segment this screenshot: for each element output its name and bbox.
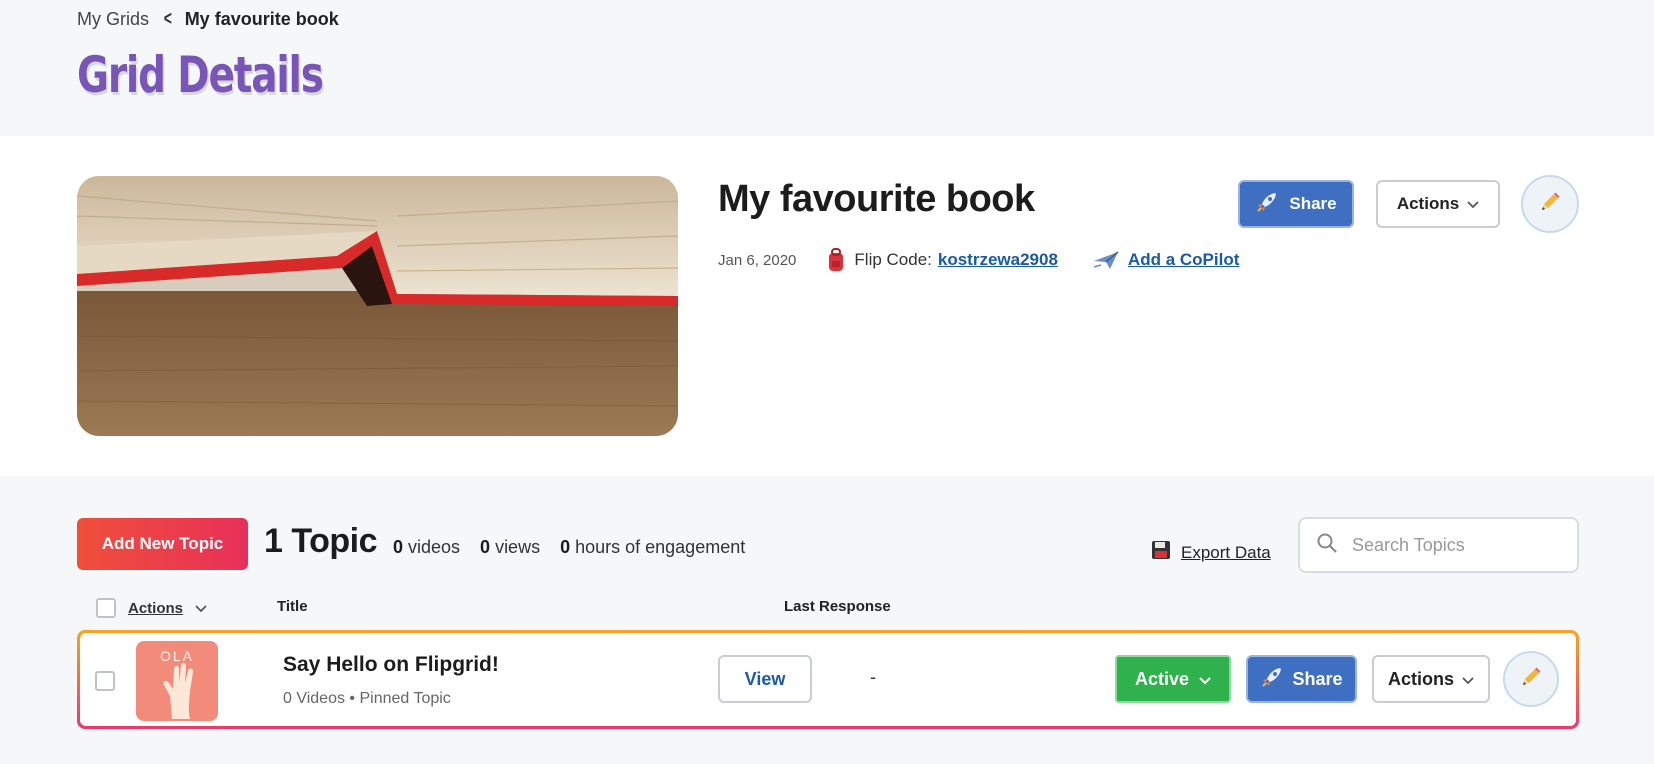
flip-code-item: Flip Code: kostrzewa2908 (826, 248, 1058, 272)
topic-stats: 0 videos 0 views 0 hours of engagement (393, 537, 745, 558)
waving-hand-icon (163, 663, 194, 719)
floppy-disk-icon (1151, 540, 1171, 565)
topic-status-label: Active (1134, 668, 1190, 689)
stat-engagement: 0 hours of engagement (560, 537, 746, 557)
search-topics-input[interactable] (1352, 534, 1552, 556)
grid-edit-button[interactable] (1521, 175, 1579, 233)
add-copilot-link[interactable]: Add a CoPilot (1128, 250, 1239, 270)
topic-count: 1 Topic (264, 522, 378, 560)
grid-meta: Jan 6, 2020 Flip Code: kostrzewa2908 Add… (718, 248, 1273, 272)
pencil-icon (1538, 190, 1562, 219)
topic-actions-button[interactable]: Actions (1372, 655, 1490, 703)
airplane-icon (1092, 249, 1120, 271)
grid-share-button[interactable]: Share (1238, 180, 1354, 228)
backpack-icon (826, 248, 846, 272)
flip-code-label: Flip Code: (854, 250, 932, 269)
select-all-checkbox[interactable] (96, 598, 116, 618)
chevron-down-icon (1462, 669, 1474, 690)
chevron-left-icon: < (163, 8, 172, 30)
topic-row: OLA Say Hello on Flipgrid! 0 Videos • Pi… (77, 630, 1579, 729)
topic-edit-button[interactable] (1503, 651, 1559, 707)
stat-videos: 0 videos (393, 537, 461, 557)
chevron-down-icon (1467, 194, 1479, 214)
topic-thumbnail[interactable]: OLA (136, 641, 218, 721)
topic-last-response: - (870, 667, 876, 687)
topic-actions-label: Actions (1387, 668, 1454, 689)
search-topics[interactable] (1298, 517, 1579, 573)
topic-title[interactable]: Say Hello on Flipgrid! (283, 653, 499, 677)
breadcrumb: My Grids < My favourite book (77, 8, 339, 31)
rocket-icon (1260, 665, 1284, 694)
column-title: Title (277, 598, 308, 615)
topic-share-label: Share (1292, 668, 1343, 689)
copilot-item: Add a CoPilot (1092, 249, 1239, 271)
topic-subtitle: 0 Videos • Pinned Topic (283, 690, 451, 707)
column-actions: Actions (96, 598, 207, 618)
page-title: Grid Details (77, 46, 324, 104)
pencil-icon (1519, 665, 1543, 694)
grid-card: My favourite book Jan 6, 2020 Flip Code:… (0, 136, 1654, 476)
rocket-icon (1255, 190, 1279, 219)
grid-share-label: Share (1289, 194, 1337, 213)
flip-code-link[interactable]: kostrzewa2908 (938, 250, 1058, 270)
grid-name: My favourite book (718, 178, 1035, 220)
breadcrumb-my-grids-link[interactable]: My Grids (77, 9, 149, 30)
grid-actions-button[interactable]: Actions (1376, 180, 1500, 228)
grid-cover-image (77, 176, 678, 436)
topic-share-button[interactable]: Share (1246, 655, 1357, 703)
breadcrumb-current: My favourite book (184, 9, 339, 29)
topic-view-button[interactable]: View (718, 655, 812, 703)
bulk-actions-dropdown[interactable]: Actions (128, 600, 183, 617)
column-last-response: Last Response (784, 598, 891, 615)
stat-views: 0 views (480, 537, 541, 557)
chevron-down-icon (1199, 669, 1211, 690)
export-data-link[interactable]: Export Data (1151, 540, 1271, 565)
topic-row-inner: OLA Say Hello on Flipgrid! 0 Videos • Pi… (80, 633, 1576, 726)
chevron-down-icon (195, 600, 207, 617)
grid-actions-label: Actions (1396, 194, 1460, 213)
grid-date: Jan 6, 2020 (718, 251, 797, 269)
export-data-label: Export Data (1181, 542, 1271, 562)
add-new-topic-button[interactable]: Add New Topic (77, 518, 248, 570)
topic-checkbox[interactable] (95, 671, 115, 691)
topic-status-dropdown[interactable]: Active (1115, 655, 1231, 703)
search-icon (1316, 532, 1338, 559)
